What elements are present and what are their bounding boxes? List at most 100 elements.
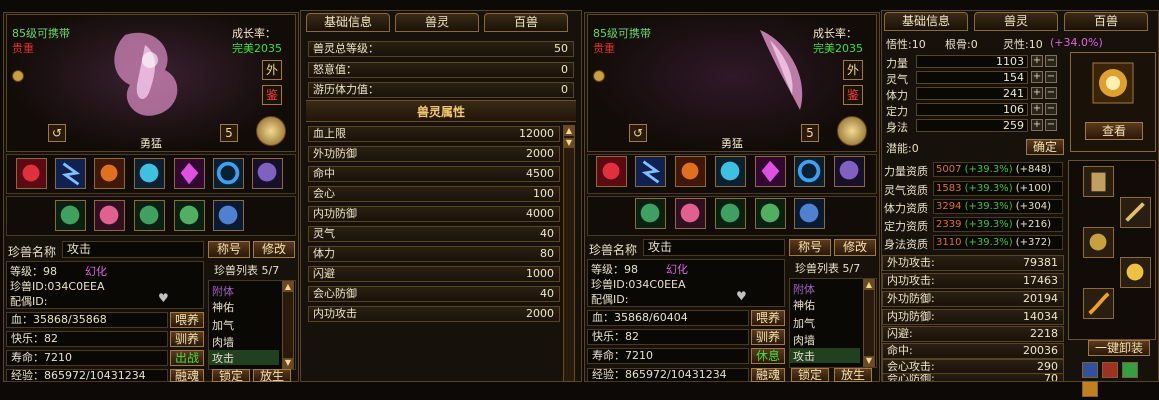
left-rotate-right-icon[interactable]: 5 [220,124,238,142]
right-list-item-3[interactable]: 加气 [793,315,815,331]
minus-icon[interactable]: − [1045,103,1057,115]
right-orb-slot-4[interactable] [755,198,786,229]
left-rotate-left-icon[interactable]: ↺ [48,124,66,142]
scroll-up-icon[interactable]: ▲ [283,282,293,292]
equip-slot-2[interactable] [1120,197,1151,228]
right-orb-slot-3[interactable] [715,198,746,229]
right-skill-slot-3[interactable] [675,156,706,187]
tab-basic-info[interactable]: 基础信息 [306,13,390,32]
left-list-item-3[interactable]: 加气 [212,317,234,333]
left-feed-button[interactable]: 喂养 [170,312,204,328]
minus-icon[interactable]: − [1045,119,1057,131]
left-list-item-2[interactable]: 神佑 [212,299,234,315]
left-orb-slot-4[interactable] [174,200,205,231]
minus-icon[interactable]: − [1045,71,1057,83]
right-title-button[interactable]: 称号 [789,239,831,256]
left-orb-slot-2[interactable] [94,200,125,231]
scroll-up-icon[interactable]: ▲ [564,126,574,136]
right-list-item-4[interactable]: 肉墙 [793,332,815,348]
scroll-up-icon[interactable]: ▲ [864,280,874,290]
scroll-down-icon[interactable]: ▼ [564,138,574,148]
right-fuse-button[interactable]: 融魂 [751,368,785,382]
equip-slot-1[interactable] [1083,166,1114,197]
right-wai-button[interactable]: 外 [843,60,863,80]
plus-icon[interactable]: + [1031,55,1043,67]
right-skill-slot-4[interactable] [715,156,746,187]
stats-tab-basic-info[interactable]: 基础信息 [884,12,968,31]
left-skill-slot-1[interactable] [16,158,47,189]
plus-icon[interactable]: + [1031,71,1043,83]
plus-icon[interactable]: + [1031,87,1043,99]
equip-slot-4[interactable] [1120,257,1151,288]
right-name-input[interactable]: 攻击 [643,239,785,256]
right-orb-slot-5[interactable] [794,198,825,229]
plus-icon[interactable]: + [1031,119,1043,131]
left-mate-id: 配偶ID: [10,295,48,308]
right-release-button[interactable]: 放生 [834,368,872,382]
right-rotate-left-icon[interactable]: ↺ [629,124,647,142]
plus-icon[interactable]: + [1031,103,1043,115]
confirm-button[interactable]: 确定 [1026,139,1064,155]
left-wai-button[interactable]: 外 [262,60,282,80]
left-list-item-4[interactable]: 肉墙 [212,334,234,350]
right-list-item-1[interactable]: 附体 [793,281,815,297]
left-growth-label: 成长率： [232,27,276,40]
right-rotate-right-icon[interactable]: 5 [801,124,819,142]
cyan-burst-icon [135,159,164,188]
right-list-item-2[interactable]: 神佑 [793,297,815,313]
right-list-item-selected[interactable]: 攻击 [790,348,860,363]
apt-bar-5: 3110 (+39.3%) (+372) [933,235,1063,250]
left-list-item-selected[interactable]: 攻击 [209,350,279,365]
left-list-item-1[interactable]: 附体 [212,283,234,299]
left-skill-slot-7[interactable] [252,158,283,189]
right-skill-slot-5[interactable] [755,156,786,187]
right-feed-button[interactable]: 喂养 [751,310,785,326]
stats-tab-hundred-beasts[interactable]: 百兽 [1064,12,1148,31]
left-skill-slot-3[interactable] [94,158,125,189]
red-beast-icon [17,159,46,188]
section-title: 兽灵属性 [416,105,465,119]
right-skill-slot-2[interactable] [635,156,666,187]
left-name-input[interactable]: 攻击 [62,241,204,258]
right-rest-button[interactable]: 休息 [751,348,785,364]
equip-slot-3[interactable] [1083,227,1114,258]
left-tame-button[interactable]: 驯养 [170,331,204,347]
equip-slot-5[interactable] [1083,288,1114,319]
scroll-down-icon[interactable]: ▼ [864,356,874,366]
left-skill-slot-6[interactable] [213,158,244,189]
left-pet-name: 勇猛 [140,137,162,150]
right-lock-button[interactable]: 锁定 [791,368,829,382]
left-skill-slot-4[interactable] [134,158,165,189]
left-jian-button[interactable]: 鉴 [262,85,282,105]
right-skill-slot-7[interactable] [834,156,865,187]
left-lock-button[interactable]: 锁定 [212,369,250,382]
right-orb-slot-2[interactable] [675,198,706,229]
right-orb-slot-1[interactable] [635,198,666,229]
left-release-button[interactable]: 放生 [253,369,291,382]
left-orb-slot-1[interactable] [55,200,86,231]
tab-hundred-beasts[interactable]: 百兽 [484,13,568,32]
unequip-all-button[interactable]: 一键卸装 [1088,340,1150,356]
left-orb-slot-5[interactable] [213,200,244,231]
right-skill-slot-6[interactable] [794,156,825,187]
left-skill-slot-2[interactable] [55,158,86,189]
minus-icon[interactable]: − [1045,55,1057,67]
left-orb-slot-3[interactable] [134,200,165,231]
left-title-button[interactable]: 称号 [208,241,250,258]
attr-scrollbar[interactable]: ▲ ▼ [563,125,575,382]
scroll-down-icon[interactable]: ▼ [283,358,293,368]
stats-tab-spirit[interactable]: 兽灵 [974,12,1058,31]
left-fuse-button[interactable]: 融魂 [170,369,204,382]
view-button[interactable]: 查看 [1085,122,1143,140]
left-rename-button[interactable]: 修改 [253,241,295,258]
right-tame-button[interactable]: 驯养 [751,329,785,345]
left-battle-button[interactable]: 出战 [170,350,204,366]
left-skill-slot-5[interactable] [174,158,205,189]
minus-icon[interactable]: − [1045,87,1057,99]
tab-spirit[interactable]: 兽灵 [395,13,479,32]
right-jian-button[interactable]: 鉴 [843,85,863,105]
left-list-scrollbar[interactable]: ▲ ▼ [282,281,294,369]
right-list-scrollbar[interactable]: ▲ ▼ [863,279,875,367]
right-skill-slot-1[interactable] [596,156,627,187]
right-rename-button[interactable]: 修改 [834,239,876,256]
